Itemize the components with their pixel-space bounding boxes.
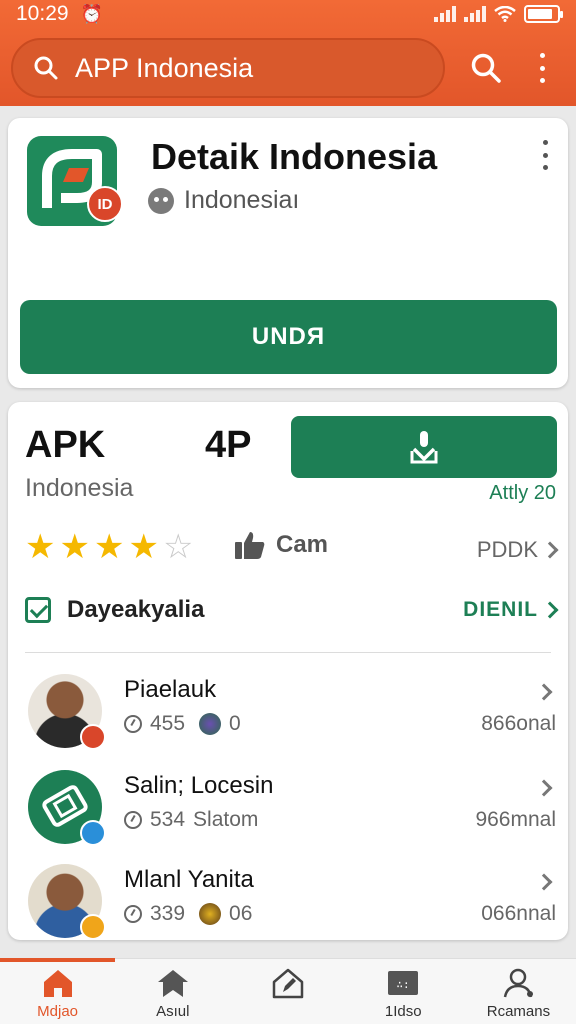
- search-icon: [34, 56, 58, 80]
- like-button[interactable]: Cam: [234, 530, 328, 560]
- review-meta: 455 0: [124, 712, 241, 736]
- review-extra: 06: [229, 902, 253, 925]
- chevron-right-icon: [541, 541, 559, 559]
- wifi-icon: [494, 6, 516, 22]
- nav-label: Rcamans: [486, 1003, 551, 1020]
- review-right-text: 966mnal: [475, 808, 556, 831]
- chevron-right-icon: [535, 873, 553, 891]
- developer-row[interactable]: Indonesiaı: [148, 186, 299, 215]
- clock-icon: [124, 715, 142, 733]
- star-icon: ☆: [162, 528, 194, 566]
- card-menu-button[interactable]: [540, 140, 550, 170]
- detail-link[interactable]: DIENIL: [463, 598, 559, 622]
- game-icon: [199, 713, 222, 735]
- overflow-menu-button[interactable]: [522, 48, 562, 88]
- star-icon: ★: [25, 528, 56, 566]
- avatar-badge-icon: [80, 820, 106, 846]
- review-right-text: 066nnal: [481, 902, 556, 925]
- install-button[interactable]: UNDЯ: [20, 300, 557, 374]
- nav-item-grid[interactable]: ∴: 1Idso: [346, 959, 461, 1024]
- pddk-label: PDDK: [476, 537, 538, 562]
- thumbs-up-icon: [235, 532, 265, 559]
- review-count: 339: [150, 902, 186, 925]
- nav-item-home[interactable]: Mdjao: [0, 958, 116, 1024]
- download-button[interactable]: [291, 416, 557, 478]
- game-icon: [199, 903, 222, 925]
- star-icon: ★: [128, 528, 159, 566]
- divider: [25, 652, 551, 653]
- nav-label: Mdjao: [37, 1003, 79, 1020]
- avatar-badge-icon: [80, 914, 106, 940]
- developer-name: Indonesiaı: [184, 186, 300, 214]
- clock-icon: [124, 905, 142, 923]
- apk-subtitle: Indonesia: [25, 474, 134, 502]
- app-logo-badge: ID: [87, 186, 123, 222]
- review-meta: 534 Slatom: [124, 808, 258, 832]
- bottom-navigation: Mdjao Asıul ∴: 1Idso Rcamans: [0, 958, 576, 1024]
- review-extra: Slatom: [193, 808, 259, 831]
- search-icon: [471, 53, 501, 83]
- review-extra: 0: [229, 712, 241, 735]
- verified-label: Dayeakyalia: [67, 596, 205, 623]
- signal-icon-2: [464, 6, 486, 22]
- home-icon: [43, 970, 72, 997]
- clock-icon: [124, 811, 142, 829]
- avatar: [28, 864, 106, 940]
- review-count: 534: [150, 808, 186, 831]
- reviewer-name: Salin; Locesin: [124, 772, 274, 799]
- status-bar: 10:29 ⏰: [0, 0, 576, 28]
- chevron-right-icon: [541, 601, 559, 619]
- edit-home-icon: [272, 968, 304, 999]
- chevron-right-icon: [535, 683, 553, 701]
- ticket-icon: [42, 785, 88, 827]
- pddk-link[interactable]: PDDK: [476, 537, 559, 563]
- svg-text:∴:: ∴:: [397, 978, 410, 991]
- download-icon: [410, 431, 438, 464]
- status-time: 10:29: [16, 2, 69, 25]
- download-meta: Attly 20: [489, 482, 556, 504]
- apk-label: APK: [25, 424, 106, 466]
- grid-icon: ∴:: [388, 971, 419, 995]
- like-label: Cam: [276, 531, 329, 558]
- more-vert-icon: [537, 53, 547, 83]
- list-item[interactable]: Mlanl Yanita 339 06 066nnal: [8, 858, 568, 948]
- list-item[interactable]: Salin; Locesin 534 Slatom 966mnal: [8, 764, 568, 854]
- profile-icon: [504, 968, 534, 998]
- app-header-card: ID Detaik Indonesia Indonesiaı UNDЯ: [8, 118, 568, 388]
- search-input[interactable]: APP Indonesia: [11, 38, 445, 98]
- avatar: [28, 770, 106, 846]
- rating-stars: ★ ★ ★ ★ ☆: [25, 530, 193, 564]
- nav-label: Asıul: [156, 1003, 190, 1020]
- version-label: 4P: [205, 424, 252, 466]
- alarm-icon: ⏰: [80, 3, 103, 24]
- nav-item-profile[interactable]: Rcamans: [461, 959, 576, 1024]
- review-count: 455: [150, 712, 186, 735]
- star-icon: ★: [93, 528, 125, 566]
- check-icon: [25, 597, 51, 623]
- verified-row: Dayeakyalia: [25, 596, 204, 624]
- search-query: APP Indonesia: [75, 52, 254, 83]
- avatar-badge-icon: [80, 724, 106, 750]
- search-button[interactable]: [466, 48, 506, 88]
- list-item[interactable]: Piaelauk 455 0 866onal: [8, 668, 568, 758]
- signal-icon: [434, 6, 456, 22]
- nav-label: 1Idso: [384, 1003, 422, 1020]
- chevron-right-icon: [535, 779, 553, 797]
- detail-link-label: DIENIL: [463, 598, 538, 621]
- avatar: [28, 674, 106, 750]
- review-meta: 339 06: [124, 902, 252, 926]
- app-bar: 10:29 ⏰ APP Indonesia: [0, 0, 576, 106]
- star-icon: ★: [59, 528, 90, 566]
- developer-icon: [148, 187, 174, 214]
- app-title: Detaik Indonesia: [151, 136, 438, 177]
- nav-item-edit[interactable]: [230, 959, 345, 1024]
- app-logo: ID: [27, 136, 123, 226]
- reviewer-name: Mlanl Yanita: [124, 866, 254, 893]
- nav-item-saved[interactable]: Asıul: [115, 959, 230, 1024]
- bookmark-icon: [157, 970, 188, 997]
- review-right-text: 866onal: [481, 712, 556, 735]
- battery-icon: [524, 5, 563, 23]
- app-info-card: APK 4P Indonesia Attly 20 ★ ★ ★ ★ ☆ Cam PDDK…: [8, 402, 568, 940]
- reviewer-name: Piaelauk: [124, 676, 217, 703]
